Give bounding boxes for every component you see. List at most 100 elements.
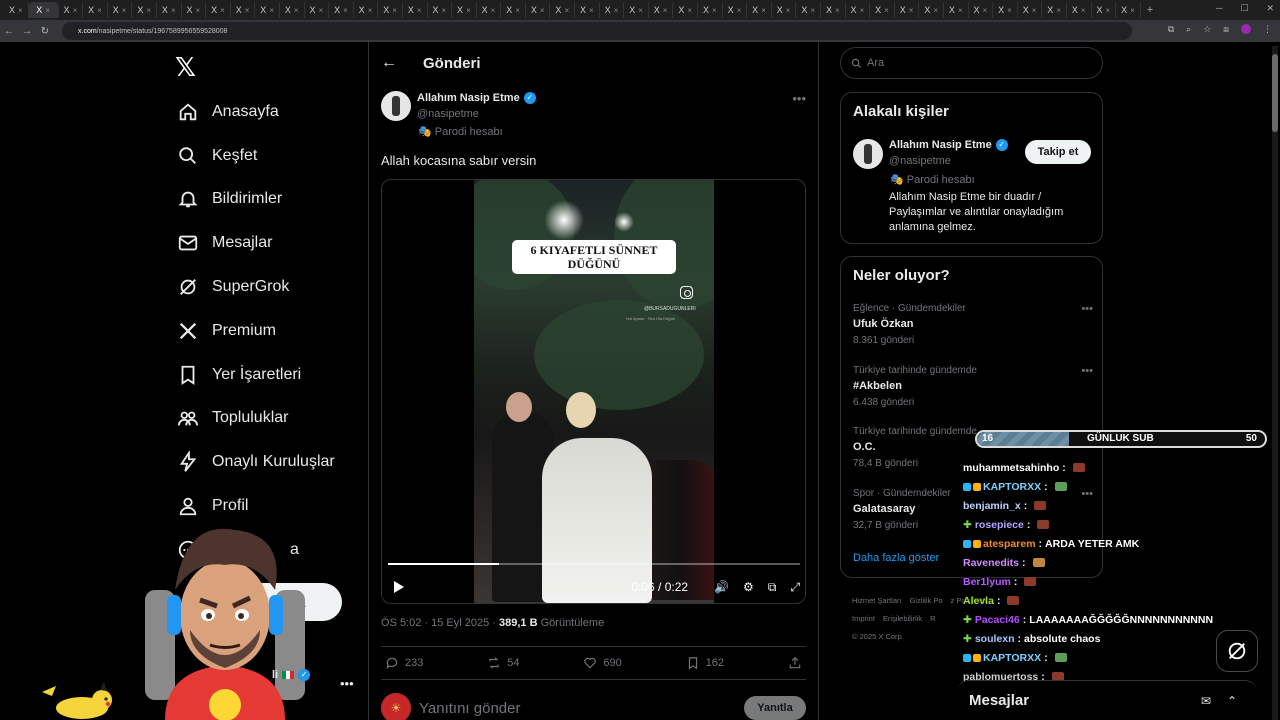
- browser-tab[interactable]: X ×: [452, 2, 477, 18]
- browser-tab[interactable]: X ×: [206, 2, 231, 18]
- browser-tab[interactable]: X ×: [28, 2, 59, 18]
- browser-tab[interactable]: X ×: [83, 2, 108, 18]
- x-logo-icon[interactable]: 𝕏: [175, 52, 196, 83]
- footer-link[interactable]: Imprint: [852, 614, 875, 623]
- close-tab-icon[interactable]: ×: [1056, 6, 1061, 15]
- related-name[interactable]: Allahım Nasip Etme ✓: [889, 139, 1008, 151]
- follow-button[interactable]: Takip et: [1025, 140, 1091, 164]
- browser-tab[interactable]: X ×: [255, 2, 280, 18]
- browser-tab[interactable]: X ×: [993, 2, 1018, 18]
- my-avatar[interactable]: ☀: [381, 693, 411, 720]
- reload-icon[interactable]: ↻: [36, 26, 54, 37]
- bookmark-action[interactable]: 162: [686, 656, 724, 670]
- account-switcher[interactable]: li ✓: [272, 669, 311, 681]
- nav-item-yer-i-şaretleri[interactable]: Yer İşaretleri: [176, 353, 356, 397]
- trend-item[interactable]: Eğlence · Gündemdekiler Ufuk Özkan 8.361 g…: [853, 303, 1093, 346]
- star-icon[interactable]: ☆: [1203, 24, 1211, 36]
- close-tab-icon[interactable]: ×: [269, 6, 274, 15]
- browser-tab[interactable]: X ×: [403, 2, 428, 18]
- footer-link[interactable]: Erişilebilirlik: [883, 614, 922, 623]
- trend-more-icon[interactable]: •••: [1081, 303, 1093, 315]
- browser-tab[interactable]: X ×: [329, 2, 354, 18]
- nav-item-supergrok[interactable]: SuperGrok: [176, 265, 356, 309]
- browser-tab[interactable]: X ×: [624, 2, 649, 18]
- menu-icon[interactable]: ⋮: [1263, 24, 1272, 36]
- reply-input[interactable]: Yanıtını gönder: [419, 700, 520, 717]
- nav-item-anasayfa[interactable]: Anasayfa: [176, 90, 356, 134]
- browser-tab[interactable]: X ×: [1116, 2, 1141, 18]
- author-name[interactable]: Allahım Nasip Etme ✓: [417, 92, 536, 104]
- share-action[interactable]: [788, 656, 802, 670]
- video-player[interactable]: 6 KIYAFETLI SÜNNET DÜĞÜNÜ @BURSADUGUNLER…: [381, 179, 806, 604]
- close-tab-icon[interactable]: ×: [319, 6, 324, 15]
- close-tab-icon[interactable]: ×: [491, 6, 496, 15]
- browser-tab[interactable]: X ×: [649, 2, 674, 18]
- close-tab-icon[interactable]: ×: [884, 6, 889, 15]
- browser-tab[interactable]: X ×: [600, 2, 625, 18]
- close-tab-icon[interactable]: ×: [933, 6, 938, 15]
- browser-tab[interactable]: X ×: [59, 2, 84, 18]
- browser-tab[interactable]: X ×: [895, 2, 920, 18]
- close-tab-icon[interactable]: ×: [958, 6, 963, 15]
- close-tab-icon[interactable]: ×: [835, 6, 840, 15]
- browser-tab[interactable]: X ×: [969, 2, 994, 18]
- scrollbar-thumb[interactable]: [1272, 54, 1278, 132]
- volume-icon[interactable]: 🔊: [714, 580, 729, 594]
- close-tab-icon[interactable]: ×: [1007, 6, 1012, 15]
- close-tab-icon[interactable]: ×: [761, 6, 766, 15]
- nav-item-mesajlar[interactable]: Mesajlar: [176, 221, 356, 265]
- close-tab-icon[interactable]: ×: [589, 6, 594, 15]
- chat-username[interactable]: benjamin_x: [963, 500, 1021, 512]
- browser-tab[interactable]: X ×: [4, 2, 29, 18]
- close-tab-icon[interactable]: ×: [417, 6, 422, 15]
- new-message-icon[interactable]: ✉: [1201, 694, 1211, 708]
- avatar[interactable]: [381, 91, 411, 121]
- close-tab-icon[interactable]: ×: [638, 6, 643, 15]
- avatar[interactable]: [853, 139, 883, 169]
- show-more-link[interactable]: Daha fazla göster: [853, 552, 939, 564]
- trend-more-icon[interactable]: •••: [1081, 365, 1093, 377]
- chat-username[interactable]: atesparem: [983, 538, 1036, 550]
- close-tab-icon[interactable]: ×: [97, 6, 102, 15]
- close-tab-icon[interactable]: ×: [687, 6, 692, 15]
- author-handle[interactable]: @nasipetme: [417, 108, 479, 120]
- nav-item-keşfet[interactable]: Keşfet: [176, 134, 356, 178]
- chat-username[interactable]: Ravenedits: [963, 557, 1019, 569]
- close-tab-icon[interactable]: ×: [196, 6, 201, 15]
- nav-item-bildirimler[interactable]: Bildirimler: [176, 178, 356, 222]
- search-input[interactable]: Ara: [840, 47, 1103, 79]
- chevron-up-icon[interactable]: ⌃: [1227, 694, 1237, 708]
- pip-icon[interactable]: ⧉: [768, 580, 777, 595]
- browser-tab[interactable]: X ×: [1067, 2, 1092, 18]
- close-tab-icon[interactable]: ×: [294, 6, 299, 15]
- reply-button[interactable]: Yanıtla: [744, 696, 806, 720]
- close-tab-icon[interactable]: ×: [540, 6, 545, 15]
- nav-item-onaylı-kuruluşlar[interactable]: Onaylı Kuruluşlar: [176, 440, 356, 484]
- fullscreen-icon[interactable]: ⤢: [790, 580, 800, 595]
- close-tab-icon[interactable]: ×: [983, 6, 988, 15]
- browser-tab[interactable]: X ×: [280, 2, 305, 18]
- close-tab-icon[interactable]: ×: [45, 6, 50, 15]
- chat-username[interactable]: Pacaci46: [975, 614, 1020, 626]
- browser-tab[interactable]: X ×: [772, 2, 797, 18]
- account-more-icon[interactable]: •••: [340, 676, 354, 691]
- trend-item[interactable]: Türkiye tarihinde gündemde #Akbelen 6.438 …: [853, 365, 1093, 408]
- browser-tab[interactable]: X ×: [501, 2, 526, 18]
- maximize-icon[interactable]: ☐: [1240, 3, 1248, 14]
- scrollbar[interactable]: [1272, 46, 1278, 720]
- extensions-icon[interactable]: ⧈: [1223, 24, 1229, 36]
- browser-tab[interactable]: X ×: [354, 2, 379, 18]
- chat-username[interactable]: muhammetsahinho: [963, 462, 1059, 474]
- close-tab-icon[interactable]: ×: [368, 6, 373, 15]
- chat-username[interactable]: KAPTORXX: [983, 652, 1041, 664]
- browser-tab[interactable]: X ×: [796, 2, 821, 18]
- browser-tab[interactable]: X ×: [108, 2, 133, 18]
- browser-tab[interactable]: X ×: [944, 2, 969, 18]
- browser-tab[interactable]: X ×: [846, 2, 871, 18]
- browser-tab[interactable]: X ×: [747, 2, 772, 18]
- grok-button[interactable]: [1216, 630, 1258, 672]
- close-tab-icon[interactable]: ×: [1130, 6, 1135, 15]
- more-options-icon[interactable]: •••: [792, 91, 806, 106]
- nav-item-topluluklar[interactable]: Topluluklar: [176, 397, 356, 441]
- chat-username[interactable]: Ber1lyum: [963, 576, 1011, 588]
